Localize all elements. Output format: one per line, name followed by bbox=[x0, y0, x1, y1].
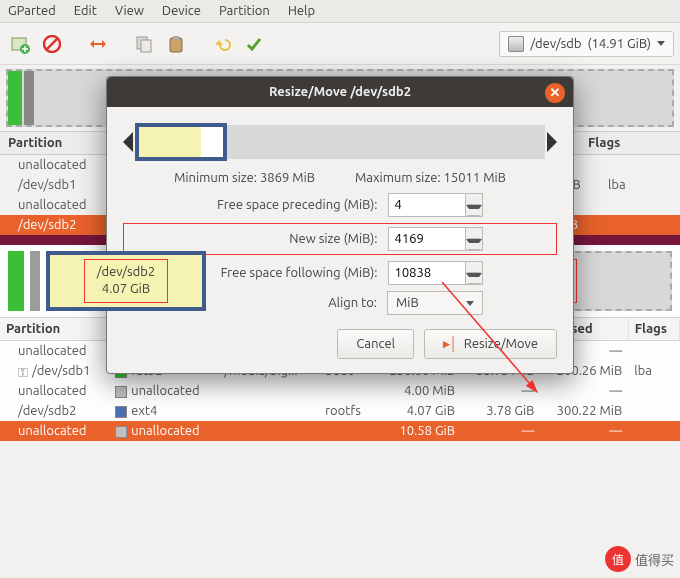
menubar: GParted Edit View Device Partition Help bbox=[0, 0, 680, 23]
key-icon: ⚿ bbox=[18, 366, 30, 378]
close-button[interactable]: ✕ bbox=[545, 83, 565, 103]
min-size-label: Minimum size: 3869 MiB bbox=[174, 171, 315, 185]
following-label: Free space following (MiB): bbox=[198, 266, 378, 280]
slider-left-icon bbox=[123, 132, 133, 152]
max-size-label: Maximum size: 15011 MiB bbox=[355, 171, 506, 185]
column-header[interactable]: Partition bbox=[0, 318, 109, 341]
table-row[interactable]: unallocatedunallocated4.00 MiB—— bbox=[0, 381, 680, 401]
apply-button[interactable] bbox=[240, 30, 268, 58]
spin-up-icon[interactable] bbox=[466, 194, 482, 205]
resize-icon: ▸│ bbox=[443, 336, 458, 352]
diskmap-sdb2-size: 4.07 GiB bbox=[97, 281, 155, 298]
paste-button[interactable] bbox=[162, 30, 190, 58]
menu-view[interactable]: View bbox=[115, 4, 144, 18]
preceding-spin[interactable] bbox=[388, 193, 483, 217]
menu-partition[interactable]: Partition bbox=[219, 4, 270, 18]
device-selector[interactable]: /dev/sdb (14.91 GiB) bbox=[499, 31, 674, 57]
dialog-title: Resize/Move /dev/sdb2 bbox=[269, 85, 411, 99]
slider-track[interactable] bbox=[135, 125, 545, 159]
spin-down-icon[interactable] bbox=[466, 239, 482, 250]
fs-swatch-icon bbox=[115, 426, 127, 438]
device-label: /dev/sdb bbox=[530, 37, 581, 51]
align-value: MiB bbox=[396, 296, 419, 310]
fs-swatch-icon bbox=[115, 386, 127, 398]
newsize-spin[interactable] bbox=[388, 227, 483, 251]
disk-icon bbox=[508, 36, 524, 52]
resize-move-confirm-button[interactable]: ▸│ Resize/Move bbox=[424, 329, 557, 359]
column-header[interactable]: Flags bbox=[628, 318, 679, 341]
align-label: Align to: bbox=[197, 296, 377, 310]
menu-device[interactable]: Device bbox=[162, 4, 201, 18]
preceding-input[interactable] bbox=[388, 193, 466, 217]
diskmap-sdb2[interactable]: /dev/sdb2 4.07 GiB bbox=[46, 251, 206, 311]
delete-button[interactable] bbox=[38, 30, 66, 58]
spin-up-icon[interactable] bbox=[466, 228, 482, 239]
diskmap-sdb2-name: /dev/sdb2 bbox=[97, 264, 155, 281]
partition-slider[interactable] bbox=[123, 117, 557, 167]
following-spin[interactable] bbox=[388, 261, 483, 285]
undo-button[interactable] bbox=[208, 30, 236, 58]
spin-up-icon[interactable] bbox=[466, 262, 482, 273]
chevron-down-icon bbox=[466, 301, 474, 306]
preceding-label: Free space preceding (MiB): bbox=[198, 198, 378, 212]
close-icon: ✕ bbox=[550, 86, 561, 101]
newsize-input[interactable] bbox=[388, 227, 466, 251]
spin-down-icon[interactable] bbox=[466, 273, 482, 284]
fs-swatch-icon bbox=[115, 406, 127, 418]
table-row[interactable]: unallocatedunallocated10.58 GiB—— bbox=[0, 421, 680, 441]
device-size: (14.91 GiB) bbox=[587, 37, 651, 51]
slider-block[interactable] bbox=[135, 123, 227, 161]
watermark-icon: 值 bbox=[605, 546, 631, 572]
cancel-button[interactable]: Cancel bbox=[337, 329, 414, 359]
resize-move-dialog: Resize/Move /dev/sdb2 ✕ Minimum size: 38… bbox=[106, 76, 574, 374]
new-partition-button[interactable] bbox=[6, 30, 34, 58]
menu-help[interactable]: Help bbox=[288, 4, 315, 18]
menu-gparted[interactable]: GParted bbox=[8, 4, 56, 18]
resize-move-button[interactable] bbox=[84, 30, 112, 58]
menu-edit[interactable]: Edit bbox=[74, 4, 97, 18]
align-combo[interactable]: MiB bbox=[387, 291, 483, 315]
newsize-label: New size (MiB): bbox=[198, 232, 378, 246]
following-input[interactable] bbox=[388, 261, 466, 285]
table-row[interactable]: /dev/sdb2ext4rootfs4.07 GiB3.78 GiB300.2… bbox=[0, 401, 680, 421]
diskmap-sdb1[interactable] bbox=[8, 251, 24, 311]
diskmap-gap bbox=[30, 251, 40, 311]
copy-button[interactable] bbox=[130, 30, 158, 58]
dialog-title-bar[interactable]: Resize/Move /dev/sdb2 ✕ bbox=[107, 77, 573, 107]
watermark: 值 值得买 bbox=[605, 546, 674, 572]
slider-right-icon bbox=[547, 132, 557, 152]
toolbar: /dev/sdb (14.91 GiB) bbox=[0, 23, 680, 65]
chevron-down-icon bbox=[657, 41, 665, 46]
spin-down-icon[interactable] bbox=[466, 205, 482, 216]
